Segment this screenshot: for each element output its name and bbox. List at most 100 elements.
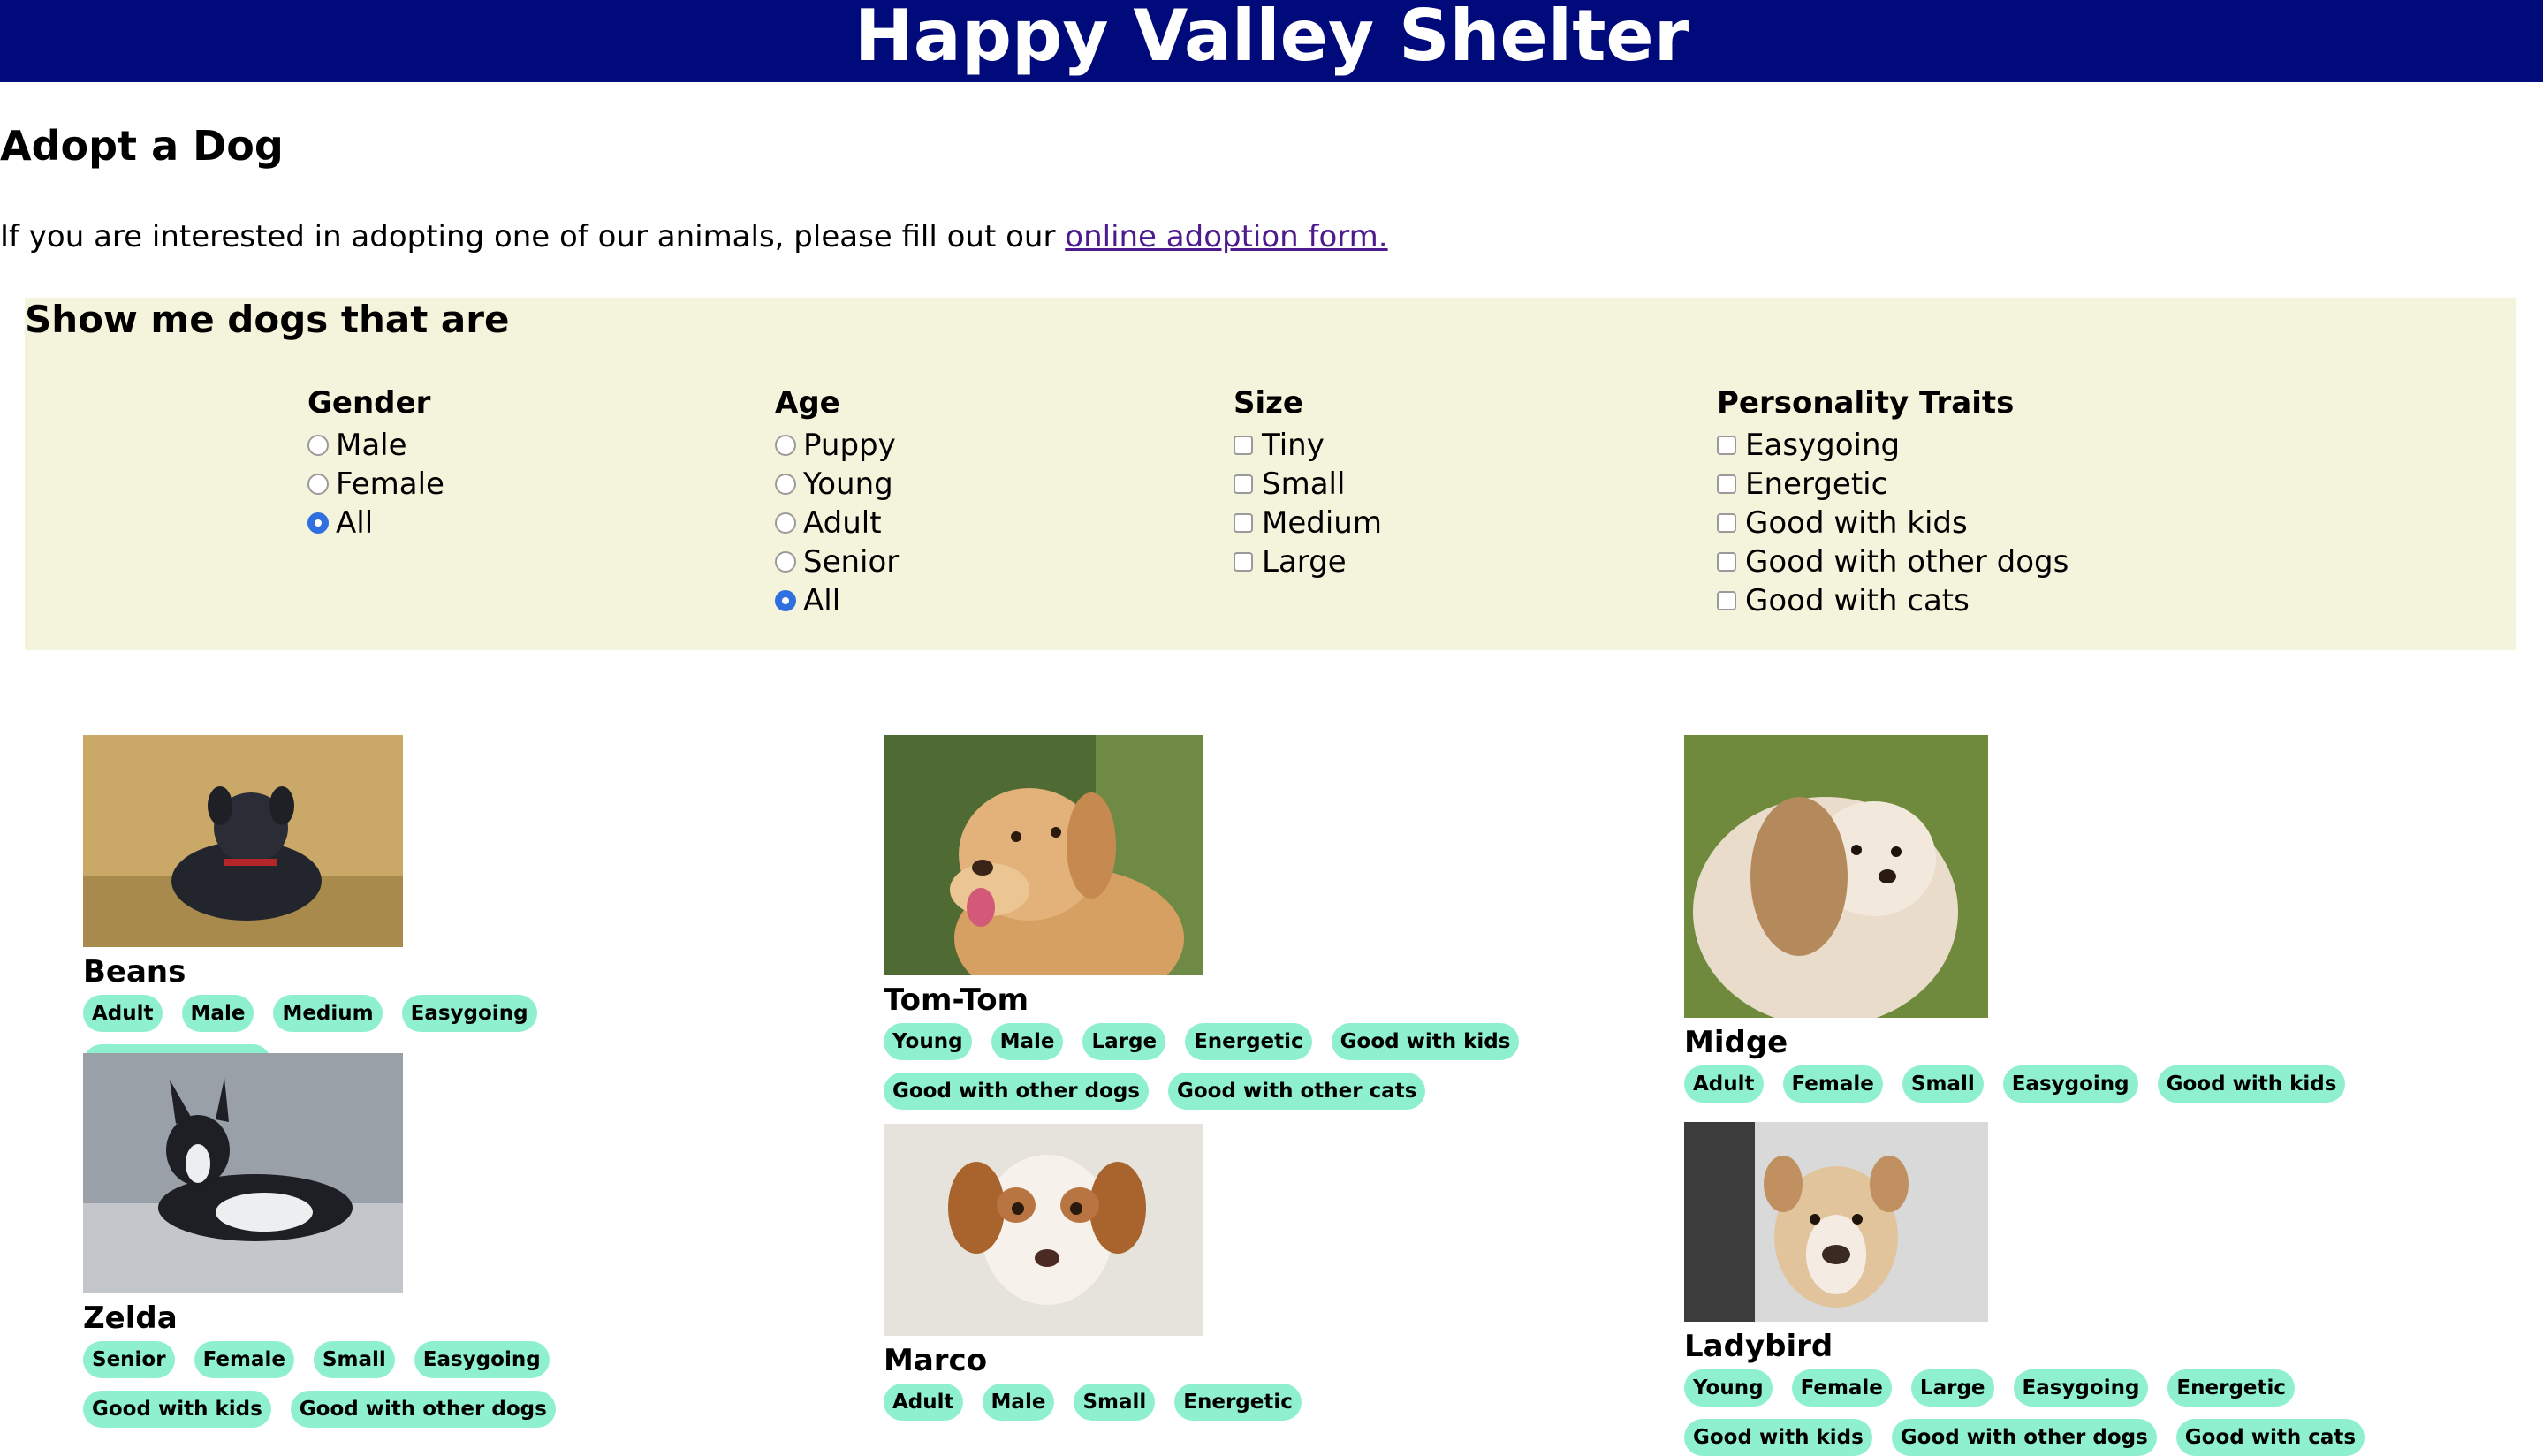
dog-photo-tom-tom[interactable] xyxy=(884,735,1203,975)
dog-card-zelda[interactable]: Zelda Senior Female Small Easygoing Good… xyxy=(83,1053,719,1428)
tag-gender: Male xyxy=(991,1023,1064,1060)
option-label: Easygoing xyxy=(1745,428,1901,463)
option-label: Female xyxy=(336,466,444,502)
size-option-large[interactable]: Large xyxy=(1234,542,1382,581)
tag-gender: Male xyxy=(982,1384,1055,1421)
age-option-all[interactable]: All xyxy=(775,581,899,620)
tag-trait: Easygoing xyxy=(414,1341,550,1378)
trait-checkbox-good-with-cats[interactable] xyxy=(1717,591,1736,610)
option-label: Puppy xyxy=(803,428,896,463)
age-radio-all[interactable] xyxy=(775,590,796,611)
age-filter-title: Age xyxy=(775,385,840,421)
tag-size: Large xyxy=(1082,1023,1166,1060)
tag-trait: Good with kids xyxy=(2157,1065,2346,1103)
gender-option-all[interactable]: All xyxy=(307,504,444,542)
tag-trait: Good with other dogs xyxy=(1891,1419,2157,1456)
age-radio-senior[interactable] xyxy=(775,551,796,573)
traits-filter: Personality Traits Easygoing Energetic G… xyxy=(1717,385,2069,620)
size-checkbox-small[interactable] xyxy=(1234,474,1253,494)
dog-photo-ladybird[interactable] xyxy=(1684,1122,1988,1322)
intro-text: If you are interested in adopting one of… xyxy=(0,219,1388,254)
dog-name: Marco xyxy=(884,1343,988,1378)
tag-age: Adult xyxy=(884,1384,963,1421)
trait-checkbox-energetic[interactable] xyxy=(1717,474,1736,494)
gender-radio-female[interactable] xyxy=(307,474,329,495)
trait-option-good-with-kids[interactable]: Good with kids xyxy=(1717,504,2069,542)
tag-trait: Good with kids xyxy=(1331,1023,1520,1060)
size-option-medium[interactable]: Medium xyxy=(1234,504,1382,542)
age-radio-young[interactable] xyxy=(775,474,796,495)
dog-card-beans[interactable]: Beans Adult Male Medium Easygoing Good w… xyxy=(83,735,719,1081)
dog-name: Midge xyxy=(1684,1025,1788,1060)
trait-checkbox-good-with-kids[interactable] xyxy=(1717,513,1736,533)
tag-trait: Easygoing xyxy=(2013,1369,2149,1407)
gender-filter-title: Gender xyxy=(307,385,431,421)
option-label: All xyxy=(336,505,374,541)
traits-filter-title: Personality Traits xyxy=(1717,385,2015,421)
size-checkbox-medium[interactable] xyxy=(1234,513,1253,533)
tag-age: Young xyxy=(1684,1369,1773,1407)
intro-sentence: If you are interested in adopting one of… xyxy=(0,219,1066,254)
tag-age: Young xyxy=(884,1023,972,1060)
dog-photo-marco[interactable] xyxy=(884,1124,1203,1336)
size-filter-title: Size xyxy=(1234,385,1303,421)
dog-card-midge[interactable]: Midge Adult Female Small Easygoing Good … xyxy=(1684,735,2479,1103)
trait-option-energetic[interactable]: Energetic xyxy=(1717,465,2069,504)
option-label: Young xyxy=(803,466,893,502)
gender-option-male[interactable]: Male xyxy=(307,426,444,465)
tag-gender: Male xyxy=(181,995,254,1032)
dog-name: Ladybird xyxy=(1684,1329,1833,1364)
tag-trait: Good with kids xyxy=(83,1391,271,1428)
dog-card-tom-tom[interactable]: Tom-Tom Young Male Large Energetic Good … xyxy=(884,735,1520,1110)
trait-option-easygoing[interactable]: Easygoing xyxy=(1717,426,2069,465)
tag-size: Small xyxy=(1902,1065,1984,1103)
size-filter: Size Tiny Small Medium Large xyxy=(1234,385,1382,581)
tag-size: Small xyxy=(1074,1384,1156,1421)
dog-photo-midge[interactable] xyxy=(1684,735,1988,1018)
tag-trait: Energetic xyxy=(1185,1023,1312,1060)
tag-size: Large xyxy=(1910,1369,1994,1407)
tag-trait: Easygoing xyxy=(2002,1065,2138,1103)
option-label: Good with cats xyxy=(1745,583,1970,618)
tag-gender: Female xyxy=(194,1341,294,1378)
dog-card-marco[interactable]: Marco Adult Male Small Energetic xyxy=(884,1124,1520,1421)
option-label: Tiny xyxy=(1262,428,1325,463)
dog-photo-beans[interactable] xyxy=(83,735,403,947)
dog-card-ladybird[interactable]: Ladybird Young Female Large Easygoing En… xyxy=(1684,1122,2479,1456)
gender-radio-all[interactable] xyxy=(307,512,329,534)
option-label: Energetic xyxy=(1745,466,1888,502)
tag-trait: Good with cats xyxy=(2175,1419,2365,1456)
dog-photo-zelda[interactable] xyxy=(83,1053,403,1293)
option-label: All xyxy=(803,583,841,618)
age-option-young[interactable]: Young xyxy=(775,465,899,504)
trait-option-good-with-other-dogs[interactable]: Good with other dogs xyxy=(1717,542,2069,581)
gender-option-female[interactable]: Female xyxy=(307,465,444,504)
tag-gender: Female xyxy=(1791,1369,1892,1407)
dog-name: Zelda xyxy=(83,1301,178,1336)
age-radio-puppy[interactable] xyxy=(775,435,796,456)
size-checkbox-large[interactable] xyxy=(1234,552,1253,572)
size-option-tiny[interactable]: Tiny xyxy=(1234,426,1382,465)
option-label: Senior xyxy=(803,544,900,580)
age-option-puppy[interactable]: Puppy xyxy=(775,426,899,465)
site-title: Happy Valley Shelter xyxy=(854,0,1689,77)
dog-tags: Adult Male Small Energetic xyxy=(884,1384,1520,1421)
trait-checkbox-good-with-other-dogs[interactable] xyxy=(1717,552,1736,572)
age-option-senior[interactable]: Senior xyxy=(775,542,899,581)
age-option-adult[interactable]: Adult xyxy=(775,504,899,542)
trait-checkbox-easygoing[interactable] xyxy=(1717,436,1736,455)
dog-name: Tom-Tom xyxy=(884,982,1029,1018)
option-label: Small xyxy=(1262,466,1346,502)
tag-trait: Good with other dogs xyxy=(290,1391,556,1428)
dog-tags: Adult Female Small Easygoing Good with k… xyxy=(1684,1065,2479,1103)
tag-age: Senior xyxy=(83,1341,175,1378)
tag-age: Adult xyxy=(83,995,163,1032)
adoption-form-link[interactable]: online adoption form. xyxy=(1065,219,1387,254)
age-radio-adult[interactable] xyxy=(775,512,796,534)
gender-radio-male[interactable] xyxy=(307,435,329,456)
trait-option-good-with-cats[interactable]: Good with cats xyxy=(1717,581,2069,620)
tag-trait: Good with other cats xyxy=(1168,1073,1426,1110)
size-checkbox-tiny[interactable] xyxy=(1234,436,1253,455)
size-option-small[interactable]: Small xyxy=(1234,465,1382,504)
option-label: Medium xyxy=(1262,505,1382,541)
